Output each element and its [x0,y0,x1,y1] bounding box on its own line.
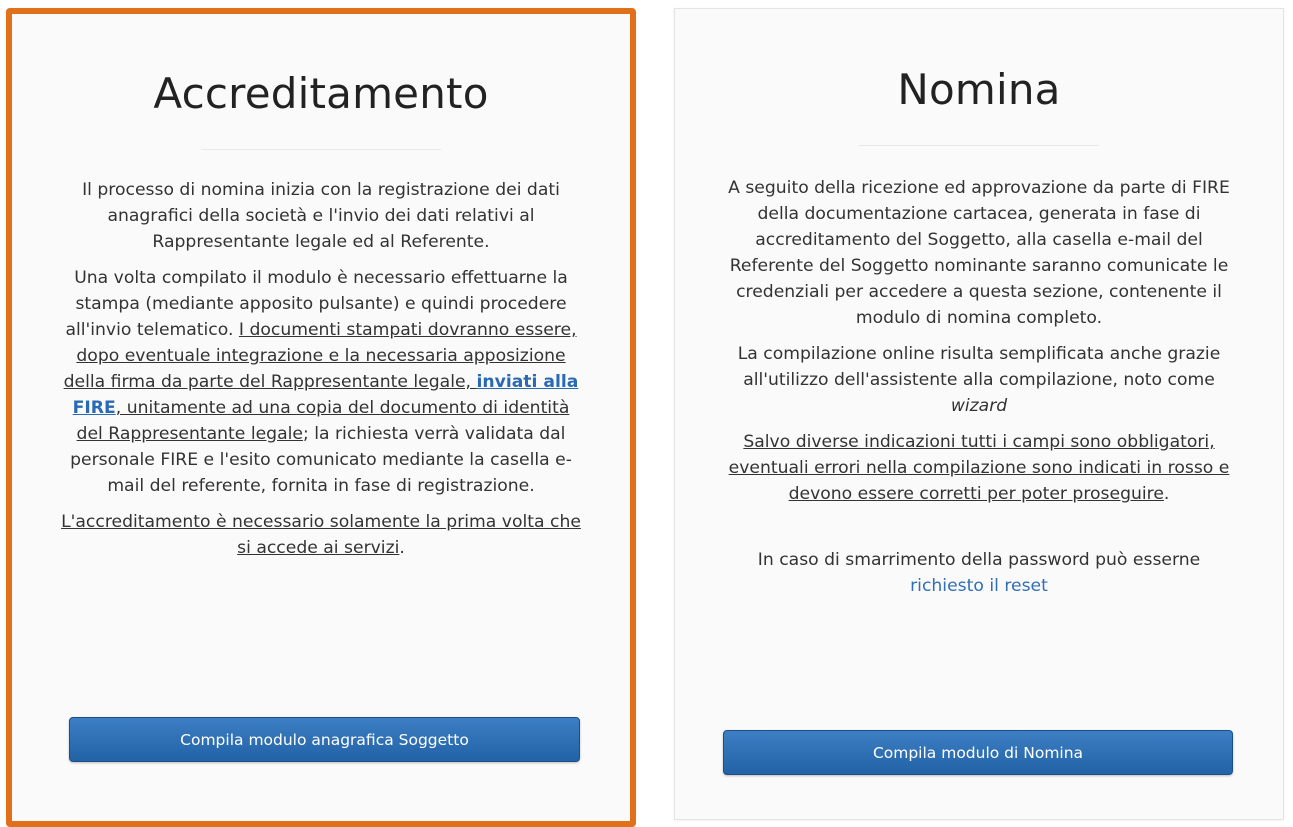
nomina-paragraph-1: A seguito della ricezione ed approvazion… [728,178,1230,328]
wizard-text: wizard [950,396,1008,416]
paragraph-text: . [399,538,405,558]
nomina-paragraph-2: La compilazione online risulta semplific… [719,341,1239,419]
underlined-text: Salvo diverse indicazioni tutti i campi … [728,432,1230,504]
paragraph-text: La compilazione online risulta semplific… [737,344,1221,390]
accreditamento-description: Il processo di nomina inizia con la regi… [58,177,584,561]
paragraph-text: In caso di smarrimento della password pu… [757,550,1201,570]
nomina-card: Nomina A seguito della ricezione ed appr… [674,8,1284,820]
nomina-title: Nomina [897,65,1061,114]
richiesto-il-reset-link[interactable]: richiesto il reset [910,576,1048,596]
underlined-text: L'accreditamento è necessario solamente … [61,512,581,558]
accreditamento-paragraph-1: Il processo di nomina inizia con la regi… [82,180,560,252]
accreditamento-card: Accreditamento Il processo di nomina ini… [6,8,636,827]
accreditamento-title: Accreditamento [153,69,489,118]
compila-modulo-anagrafica-button[interactable]: Compila modulo anagrafica Soggetto [69,717,580,762]
title-divider [201,149,441,150]
title-divider [859,145,1099,146]
accreditamento-paragraph-2: Una volta compilato il modulo è necessar… [58,265,584,499]
nomina-paragraph-3: Salvo diverse indicazioni tutti i campi … [719,429,1239,507]
accreditamento-paragraph-3: L'accreditamento è necessario solamente … [58,509,584,561]
paragraph-text: . [1163,484,1170,504]
nomina-description: A seguito della ricezione ed approvazion… [719,175,1239,599]
compila-modulo-nomina-button[interactable]: Compila modulo di Nomina [723,730,1233,775]
nomina-paragraph-4: In caso di smarrimento della password pu… [719,547,1239,599]
